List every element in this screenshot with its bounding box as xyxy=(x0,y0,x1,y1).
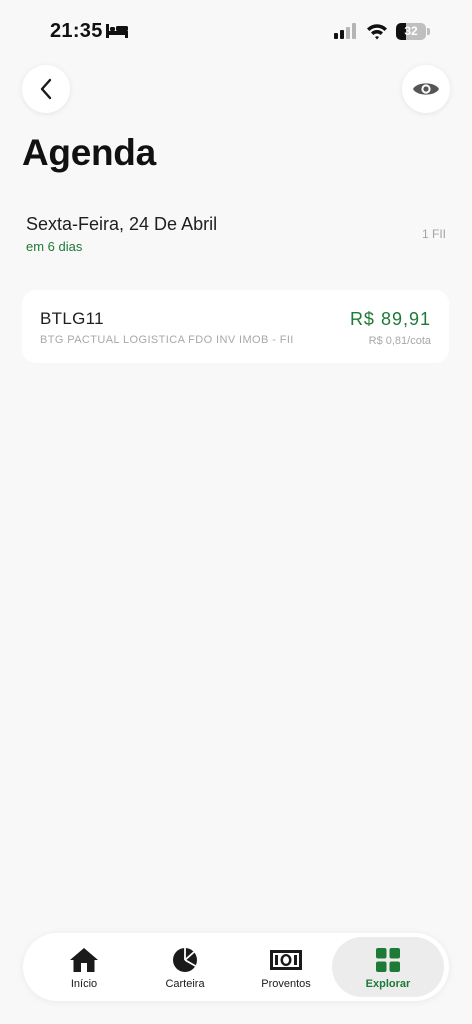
pie-chart-icon xyxy=(173,948,197,972)
fii-count: 1 FII xyxy=(421,227,446,241)
asset-amount: R$ 89,91 xyxy=(349,309,431,329)
home-icon xyxy=(70,948,98,972)
date-relative: em 6 dias xyxy=(26,239,83,254)
tab-label-proventos: Proventos xyxy=(261,978,311,990)
banknote-icon xyxy=(270,950,302,970)
tab-carteira[interactable]: Carteira xyxy=(130,937,240,997)
tab-proventos[interactable]: Proventos xyxy=(231,937,341,997)
battery-level: 32 xyxy=(404,24,418,38)
battery-icon: 32 xyxy=(396,23,430,40)
tab-label-inicio: Início xyxy=(70,978,98,990)
status-time: 21:35 xyxy=(50,20,103,42)
bed-icon xyxy=(106,24,128,38)
chevron-left-icon xyxy=(40,78,52,100)
date-section: Sexta-Feira, 24 De Abril em 6 dias 1 FII xyxy=(26,214,446,254)
tab-bar: Início Carteira Proventos Explorar xyxy=(23,933,449,1001)
asset-ticker: BTLG11 xyxy=(40,309,104,328)
eye-icon xyxy=(413,83,439,95)
asset-card[interactable]: BTLG11 BTG PACTUAL LOGISTICA FDO INV IMO… xyxy=(22,290,449,363)
asset-per-share: R$ 0,81/cota xyxy=(368,335,431,347)
asset-name: BTG PACTUAL LOGISTICA FDO INV IMOB - FII xyxy=(40,334,294,346)
date-label: Sexta-Feira, 24 De Abril xyxy=(26,214,218,234)
back-button[interactable] xyxy=(22,65,70,113)
tab-label-carteira: Carteira xyxy=(165,978,205,990)
signal-icon xyxy=(334,23,356,39)
tab-explorar[interactable]: Explorar xyxy=(332,937,444,997)
wifi-icon xyxy=(367,24,387,40)
page-title: Agenda xyxy=(22,132,156,173)
grid-icon xyxy=(376,948,400,972)
toggle-visibility-button[interactable] xyxy=(402,65,450,113)
status-bar: 21:35 32 xyxy=(0,0,472,60)
tab-label-explorar: Explorar xyxy=(365,978,411,990)
tab-inicio[interactable]: Início xyxy=(29,937,139,997)
